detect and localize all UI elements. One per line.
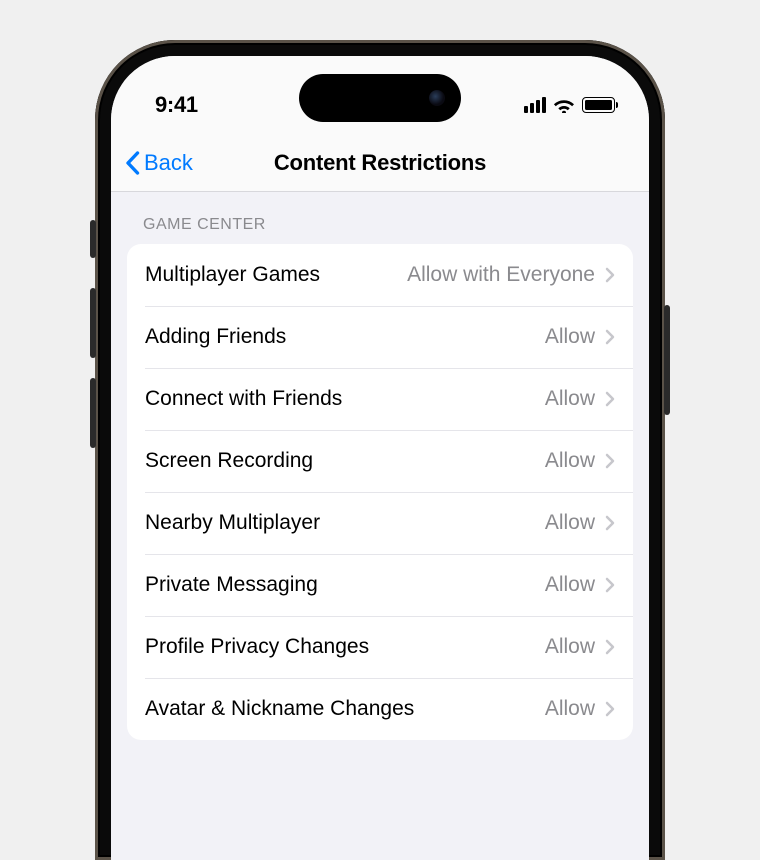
chevron-right-icon (605, 639, 615, 655)
device-frame: 9:41 Bac (0, 0, 760, 860)
silence-switch (90, 220, 96, 258)
wifi-icon (553, 97, 575, 113)
chevron-right-icon (605, 577, 615, 593)
back-label: Back (144, 150, 193, 176)
row-value: Allow (545, 387, 595, 411)
row-connect-with-friends[interactable]: Connect with Friends Allow (127, 368, 633, 430)
row-label: Private Messaging (145, 573, 545, 597)
row-nearby-multiplayer[interactable]: Nearby Multiplayer Allow (127, 492, 633, 554)
volume-up-button (90, 288, 96, 358)
dynamic-island (299, 74, 461, 122)
row-value: Allow (545, 635, 595, 659)
screen: 9:41 Bac (111, 56, 649, 860)
chevron-right-icon (605, 267, 615, 283)
row-adding-friends[interactable]: Adding Friends Allow (127, 306, 633, 368)
row-label: Profile Privacy Changes (145, 635, 545, 659)
row-profile-privacy-changes[interactable]: Profile Privacy Changes Allow (127, 616, 633, 678)
chevron-right-icon (605, 453, 615, 469)
row-label: Connect with Friends (145, 387, 545, 411)
row-label: Screen Recording (145, 449, 545, 473)
section-header: GAME CENTER (111, 216, 649, 244)
chevron-right-icon (605, 515, 615, 531)
chevron-right-icon (605, 701, 615, 717)
row-label: Adding Friends (145, 325, 545, 349)
row-value: Allow (545, 697, 595, 721)
phone-body: 9:41 Bac (95, 40, 665, 860)
row-multiplayer-games[interactable]: Multiplayer Games Allow with Everyone (127, 244, 633, 306)
row-value: Allow with Everyone (407, 263, 595, 287)
status-time: 9:41 (155, 92, 198, 118)
battery-icon (582, 97, 615, 113)
volume-down-button (90, 378, 96, 448)
row-label: Multiplayer Games (145, 263, 407, 287)
navigation-bar: Back Content Restrictions (111, 134, 649, 192)
row-value: Allow (545, 325, 595, 349)
row-screen-recording[interactable]: Screen Recording Allow (127, 430, 633, 492)
front-camera-icon (429, 90, 445, 106)
power-button (664, 305, 670, 415)
chevron-left-icon (125, 151, 140, 175)
settings-list: Multiplayer Games Allow with Everyone Ad… (127, 244, 633, 740)
cellular-signal-icon (524, 97, 546, 113)
row-value: Allow (545, 511, 595, 535)
row-label: Avatar & Nickname Changes (145, 697, 545, 721)
chevron-right-icon (605, 391, 615, 407)
chevron-right-icon (605, 329, 615, 345)
row-value: Allow (545, 573, 595, 597)
row-private-messaging[interactable]: Private Messaging Allow (127, 554, 633, 616)
back-button[interactable]: Back (125, 150, 193, 176)
content-area: GAME CENTER Multiplayer Games Allow with… (111, 192, 649, 740)
row-value: Allow (545, 449, 595, 473)
status-icons (524, 97, 615, 113)
row-avatar-nickname-changes[interactable]: Avatar & Nickname Changes Allow (127, 678, 633, 740)
row-label: Nearby Multiplayer (145, 511, 545, 535)
